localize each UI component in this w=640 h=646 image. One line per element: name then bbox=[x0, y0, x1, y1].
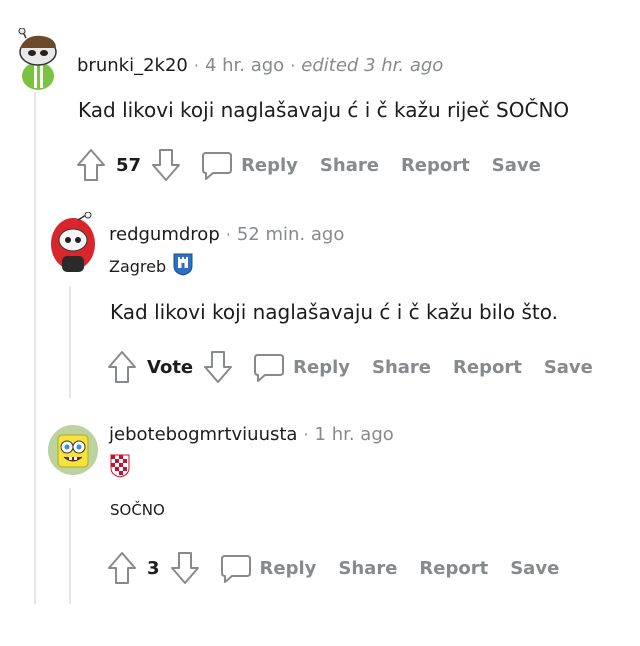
comment-actions: 57 Reply Share Report Save bbox=[76, 148, 541, 182]
user-flair bbox=[110, 454, 130, 482]
comment-bubble-icon bbox=[220, 555, 251, 583]
username[interactable]: redgumdrop bbox=[109, 224, 220, 245]
downvote-icon[interactable] bbox=[151, 148, 181, 182]
separator-dot: · bbox=[193, 56, 199, 75]
report-button[interactable]: Report bbox=[419, 558, 488, 579]
comment-body: Kad likovi koji naglašavaju ć i č kažu r… bbox=[78, 98, 570, 122]
flair-text: Zagreb bbox=[109, 256, 167, 276]
save-button[interactable]: Save bbox=[492, 155, 541, 176]
separator-dot: · bbox=[225, 225, 231, 244]
vote-score: 3 bbox=[147, 557, 160, 579]
reply-button[interactable]: Reply bbox=[253, 352, 350, 382]
timestamp[interactable]: 4 hr. ago bbox=[205, 55, 284, 76]
save-button[interactable]: Save bbox=[544, 357, 593, 378]
comment-header: brunki_2k20 · 4 hr. ago · edited 3 hr. a… bbox=[77, 55, 443, 76]
timestamp[interactable]: 1 hr. ago bbox=[315, 424, 394, 445]
reply-button[interactable]: Reply bbox=[201, 150, 298, 180]
snoo-avatar-red-hair-icon bbox=[51, 212, 95, 272]
downvote-icon[interactable] bbox=[170, 551, 200, 585]
avatar[interactable] bbox=[48, 212, 98, 274]
share-button[interactable]: Share bbox=[372, 357, 431, 378]
comment-bubble-icon bbox=[202, 152, 233, 180]
avatar[interactable] bbox=[48, 425, 98, 475]
reply-button[interactable]: Reply bbox=[220, 553, 317, 583]
comment-header: jebotebogmrtviuusta · 1 hr. ago bbox=[109, 424, 394, 445]
avatar[interactable] bbox=[12, 28, 60, 90]
upvote-icon[interactable] bbox=[76, 148, 106, 182]
report-button[interactable]: Report bbox=[453, 357, 522, 378]
timestamp[interactable]: 52 min. ago bbox=[237, 224, 344, 245]
thread-line-reply-1[interactable] bbox=[69, 286, 71, 398]
separator-dot: · bbox=[290, 56, 296, 75]
thread-line-reply-2[interactable] bbox=[69, 488, 71, 604]
comment-actions: Vote Reply Share Report Save bbox=[107, 350, 593, 384]
comment-bubble-icon bbox=[254, 354, 285, 382]
comment-body: Kad likovi koji naglašavaju ć i č kažu b… bbox=[110, 300, 558, 324]
spongebob-avatar-icon bbox=[48, 425, 98, 475]
upvote-icon[interactable] bbox=[107, 350, 137, 384]
zagreb-coat-of-arms-icon bbox=[172, 252, 194, 280]
thread-line-root[interactable] bbox=[34, 92, 36, 604]
save-button[interactable]: Save bbox=[510, 558, 559, 579]
username[interactable]: brunki_2k20 bbox=[77, 55, 188, 76]
report-button[interactable]: Report bbox=[401, 155, 470, 176]
username[interactable]: jebotebogmrtviuusta bbox=[109, 424, 297, 445]
comment-header: redgumdrop · 52 min. ago bbox=[109, 224, 344, 245]
upvote-icon[interactable] bbox=[107, 551, 137, 585]
reply-label: Reply bbox=[241, 154, 298, 176]
reply-label: Reply bbox=[293, 356, 350, 378]
user-flair: Zagreb bbox=[109, 252, 194, 280]
share-button[interactable]: Share bbox=[320, 155, 379, 176]
vote-score: 57 bbox=[116, 154, 142, 176]
edited-label: edited 3 hr. ago bbox=[301, 55, 444, 76]
vote-label: Vote bbox=[147, 356, 194, 378]
comment-body: SOČNO bbox=[110, 501, 165, 519]
share-button[interactable]: Share bbox=[338, 558, 397, 579]
snoo-avatar-icon bbox=[18, 28, 57, 90]
reply-label: Reply bbox=[259, 557, 317, 579]
separator-dot: · bbox=[303, 425, 309, 444]
downvote-icon[interactable] bbox=[203, 350, 233, 384]
croatia-checkerboard-icon bbox=[110, 454, 130, 482]
comment-actions: 3 Reply Share Report Save bbox=[107, 551, 559, 585]
